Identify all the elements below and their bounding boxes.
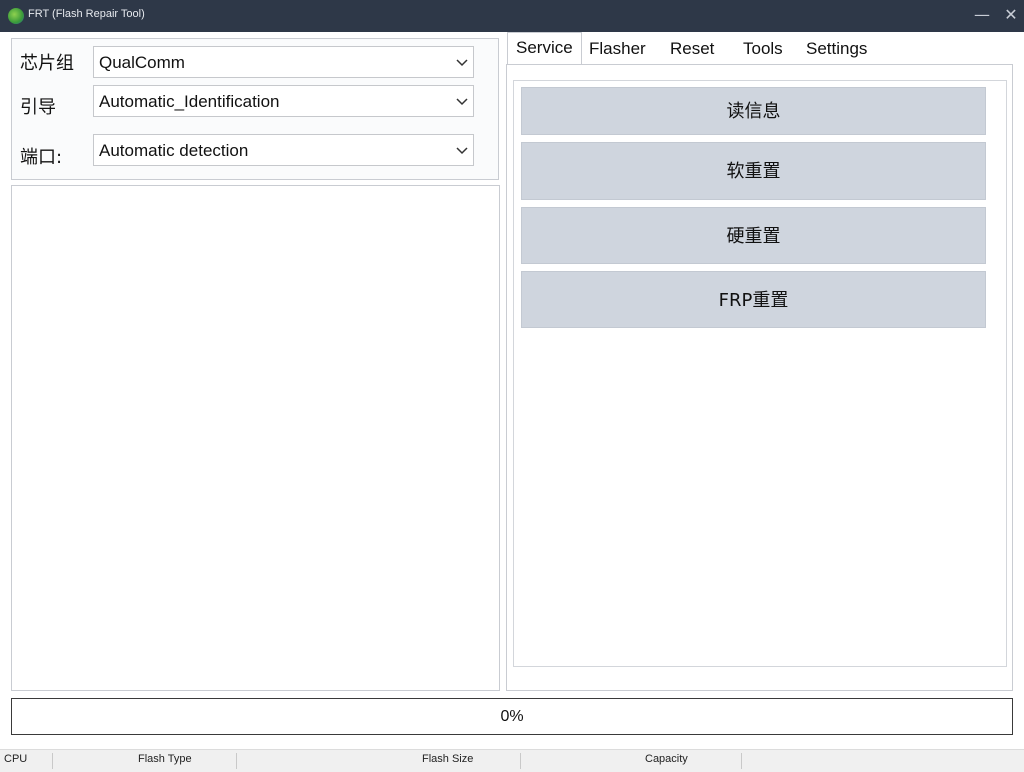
chipset-label: 芯片组 [20, 53, 74, 74]
guide-value: Automatic_Identification [99, 92, 280, 111]
port-select[interactable]: Automatic detection [93, 134, 474, 166]
window-title: FRT (Flash Repair Tool) [28, 8, 145, 20]
config-panel: 芯片组 QualComm 引导 Automatic_Identification… [11, 38, 499, 180]
title-bar: FRT (Flash Repair Tool) — ✕ [0, 0, 1024, 32]
close-button[interactable]: ✕ [997, 2, 1024, 28]
chevron-down-icon [456, 59, 468, 67]
progress-bar: 0% [11, 698, 1013, 735]
tab-reset[interactable]: Reset [670, 34, 714, 64]
tab-service[interactable]: Service [507, 32, 582, 66]
frp-reset-button[interactable]: FRP重置 [521, 271, 986, 328]
port-value: Automatic detection [99, 141, 249, 160]
tab-settings[interactable]: Settings [806, 34, 867, 64]
progress-text: 0% [500, 708, 524, 725]
status-bar: CPU Flash Type Flash Size Capacity [0, 749, 1024, 772]
read-info-button[interactable]: 读信息 [521, 87, 986, 135]
status-capacity: Capacity [645, 753, 688, 765]
hard-reset-button[interactable]: 硬重置 [521, 207, 986, 264]
chipset-select[interactable]: QualComm [93, 46, 474, 78]
status-separator [741, 753, 742, 769]
app-icon [8, 8, 24, 24]
status-separator [236, 753, 237, 769]
guide-label: 引导 [20, 97, 56, 118]
port-label: 端口: [20, 147, 63, 168]
minimize-button[interactable]: — [968, 2, 996, 28]
status-cpu: CPU [4, 753, 28, 765]
chevron-down-icon [456, 147, 468, 155]
status-separator [52, 753, 53, 769]
guide-select[interactable]: Automatic_Identification [93, 85, 474, 117]
chevron-down-icon [456, 98, 468, 106]
soft-reset-button[interactable]: 软重置 [521, 142, 986, 200]
tab-strip: Service Flasher Reset Tools Settings [507, 32, 1012, 66]
log-output-panel[interactable] [11, 185, 500, 691]
chipset-value: QualComm [99, 53, 185, 72]
tab-flasher[interactable]: Flasher [589, 34, 646, 64]
status-flash-size: Flash Size [422, 753, 474, 765]
tab-tools[interactable]: Tools [743, 34, 783, 64]
status-flash-type: Flash Type [138, 753, 192, 765]
status-separator [520, 753, 521, 769]
